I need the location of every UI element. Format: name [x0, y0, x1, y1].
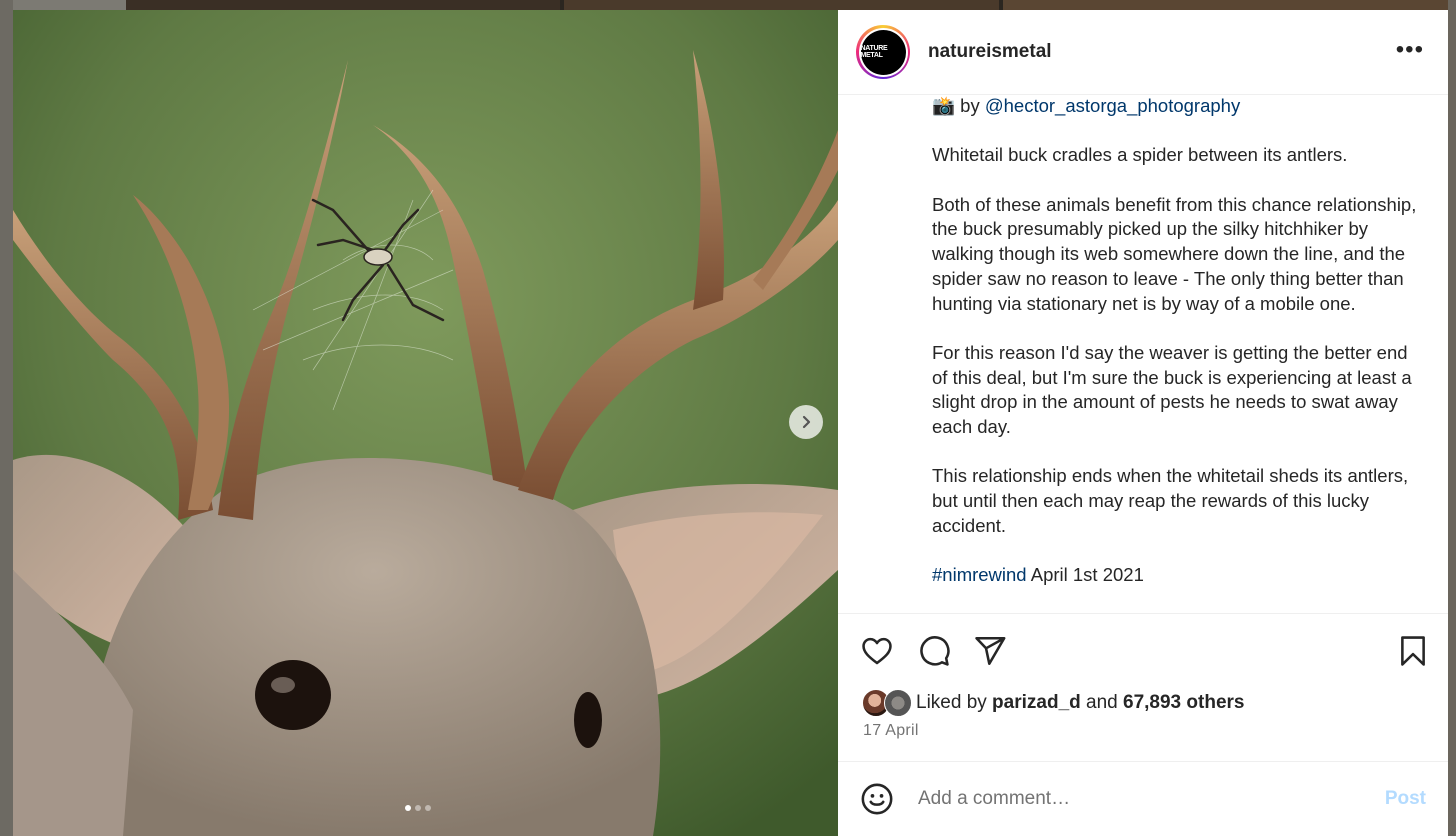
background-right-edge — [1448, 0, 1456, 836]
avatar-logo: NATURE METAL — [860, 29, 906, 75]
post-comment-button[interactable]: Post — [1385, 788, 1426, 810]
share-icon[interactable] — [973, 634, 1007, 668]
caption-scroll-area[interactable]: 📸 by @hector_astorga_photography Whiteta… — [838, 95, 1448, 613]
likes-row[interactable]: Liked by parizad_d and 67,893 others — [862, 689, 1244, 717]
heart-icon[interactable] — [860, 634, 894, 668]
liker-avatar — [884, 689, 912, 717]
background-left-edge — [0, 0, 13, 836]
chevron-right-icon — [802, 415, 811, 429]
post-modal: NATURE METAL natureismetal ••• 📸 by @hec… — [13, 10, 1448, 836]
carousel-dot — [405, 805, 411, 811]
bookmark-icon[interactable] — [1396, 634, 1430, 668]
caption-paragraph: Both of these animals benefit from this … — [932, 193, 1417, 314]
carousel-dot — [425, 805, 431, 811]
likes-prefix: Liked by — [916, 692, 993, 713]
hashtag-suffix: April 1st 2021 — [1026, 564, 1144, 586]
credit-prefix: 📸 by — [932, 95, 985, 116]
post-photo — [13, 10, 838, 836]
likes-others-link[interactable]: 67,893 others — [1123, 692, 1244, 713]
avatar[interactable]: NATURE METAL — [856, 25, 910, 79]
post-header: NATURE METAL natureismetal ••• — [838, 10, 1448, 95]
post-side-panel: NATURE METAL natureismetal ••• 📸 by @hec… — [838, 10, 1448, 836]
username-link[interactable]: natureismetal — [928, 41, 1052, 63]
credit-handle-link[interactable]: @hector_astorga_photography — [985, 95, 1240, 116]
likes-summary: Liked by parizad_d and 67,893 others — [916, 692, 1244, 714]
more-options-button[interactable]: ••• — [1396, 38, 1424, 62]
comment-icon[interactable] — [917, 634, 951, 668]
caption-paragraph: This relationship ends when the whitetai… — [932, 465, 1409, 536]
caption-hashtag-line: #nimrewind April 1st 2021 — [932, 563, 1422, 588]
comment-input[interactable] — [916, 787, 1370, 811]
post-date: 17 April — [863, 722, 919, 739]
likes-and: and — [1080, 692, 1124, 713]
hashtag-link[interactable]: #nimrewind — [932, 564, 1027, 585]
next-slide-button[interactable] — [789, 405, 823, 439]
liked-by-user-link[interactable]: parizad_d — [992, 692, 1081, 713]
action-bar — [838, 613, 1448, 684]
post-media[interactable] — [13, 10, 838, 836]
caption: 📸 by @hector_astorga_photography Whiteta… — [932, 95, 1422, 613]
caption-paragraph: Whitetail buck cradles a spider between … — [932, 144, 1348, 166]
photo-credit: 📸 by @hector_astorga_photography — [932, 95, 1422, 119]
carousel-dot — [415, 805, 421, 811]
comment-bar: Post — [838, 761, 1448, 836]
emoji-icon[interactable] — [860, 782, 894, 816]
carousel-indicator — [405, 805, 431, 811]
caption-paragraph: For this reason I'd say the weaver is ge… — [932, 341, 1412, 438]
liker-avatars — [862, 689, 912, 717]
